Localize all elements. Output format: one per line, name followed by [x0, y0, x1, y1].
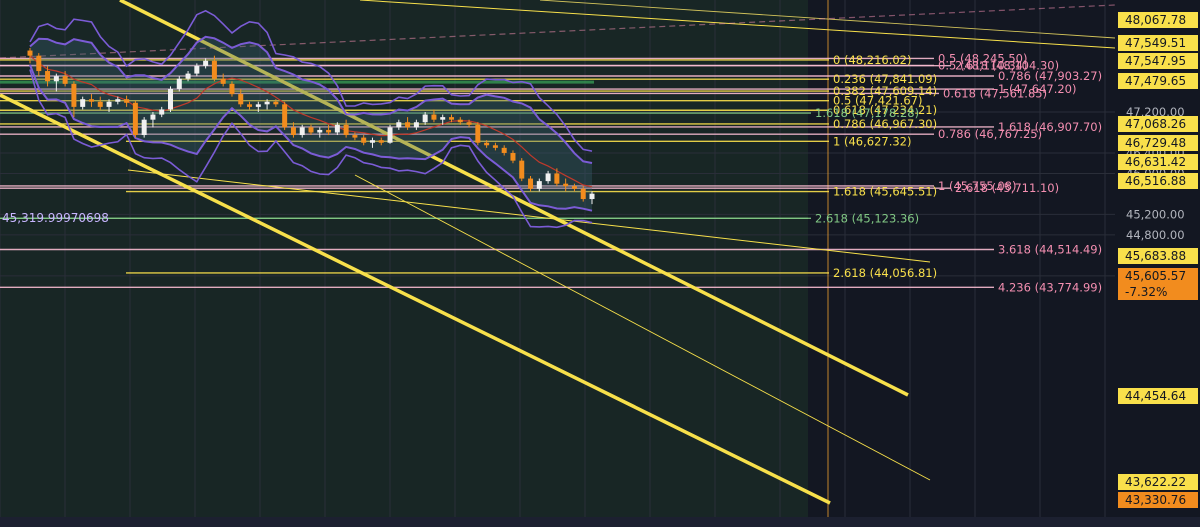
candle-body: [563, 183, 569, 187]
y-tick-label: 45,200.00: [1126, 207, 1185, 221]
candle-body: [36, 55, 42, 72]
price-tag-text: 47,068.26: [1125, 117, 1186, 131]
candle-body: [440, 117, 446, 120]
candle-body: [238, 94, 244, 105]
price-tag-text: 46,729.48: [1125, 136, 1186, 150]
candle-body: [405, 122, 411, 128]
candle-body: [62, 76, 68, 84]
candle-body: [106, 101, 112, 107]
fib-level-label: 0.618 (47,561.85): [943, 86, 1047, 100]
candle-body: [71, 83, 77, 107]
candle-body: [308, 127, 314, 133]
candle-body: [422, 114, 428, 123]
candle-body: [27, 50, 33, 56]
candle-body: [413, 122, 419, 128]
candle-body: [273, 101, 279, 105]
fib-level-label: 0.786 (46,967.30): [833, 117, 937, 131]
candle-body: [282, 104, 288, 128]
candle-body: [361, 137, 367, 143]
candle-body: [185, 73, 191, 79]
fib-level-label: 2.618 (45,123.36): [815, 211, 919, 225]
fib-level-label: 2.618 (45,711.10): [955, 181, 1059, 195]
price-tag-text: 47,479.65: [1125, 74, 1186, 88]
candle-body: [53, 76, 59, 82]
candle-body: [475, 124, 481, 143]
candle-body: [492, 145, 498, 148]
fib-level-label: 3.618 (44,514.49): [998, 242, 1102, 256]
candle-body: [326, 129, 332, 133]
candle-body: [299, 127, 305, 136]
candle-body: [369, 140, 375, 143]
candle-body: [124, 99, 130, 103]
candle-body: [396, 122, 402, 128]
time-axis-bar[interactable]: [0, 517, 1200, 527]
candle-body: [571, 186, 577, 189]
price-axis[interactable]: 47,200.0046,400.0046,000.0045,200.0044,8…: [1115, 0, 1200, 517]
candle-body: [290, 127, 296, 136]
candle-body: [334, 124, 340, 133]
candle-body: [88, 99, 94, 102]
candle-body: [45, 71, 51, 82]
candle-body: [194, 65, 200, 74]
price-tag-text: 45,683.88: [1125, 249, 1186, 263]
price-change-text: -7.32%: [1125, 285, 1167, 299]
candle-body: [132, 102, 138, 136]
price-tag-text: 46,631.42: [1125, 155, 1186, 169]
candle-body: [431, 114, 437, 120]
candle-body: [220, 78, 226, 84]
candle-body: [352, 135, 358, 138]
candle-body: [317, 129, 323, 133]
candle-body: [580, 188, 586, 200]
candle-body: [528, 178, 534, 189]
candle-body: [501, 147, 507, 153]
fib-level-label: 2.618 (44,056.81): [833, 266, 937, 280]
price-tag-text: 44,454.64: [1125, 389, 1186, 403]
price-tag-text: 47,549.51: [1125, 36, 1186, 50]
candle-body: [387, 127, 393, 143]
price-tag-text: 45,605.57: [1125, 269, 1186, 283]
fib-level-label: 0.786 (46,767.25): [938, 127, 1042, 141]
fib-level-label: 1 (46,627.32): [833, 134, 911, 148]
candle-body: [255, 104, 261, 107]
candle-body: [519, 160, 525, 179]
price-tag-text: 47,547.95: [1125, 54, 1186, 68]
candle-body: [554, 173, 560, 184]
candle-body: [545, 173, 551, 182]
fib-level-label: 4.236 (43,774.99): [998, 280, 1102, 294]
candle-body: [264, 101, 270, 105]
candle-body: [211, 60, 217, 79]
candle-body: [247, 104, 253, 107]
candle-body: [141, 119, 147, 136]
candle-body: [466, 122, 472, 125]
price-tag-text: 43,622.22: [1125, 475, 1186, 489]
candle-body: [378, 140, 384, 143]
candle-body: [589, 193, 595, 200]
candle-body: [457, 119, 463, 123]
candle-body: [97, 101, 103, 107]
candle-body: [229, 83, 235, 95]
fib-level-label: 0 (48,216.02): [833, 53, 911, 67]
candle-body: [176, 78, 182, 89]
left-price-label: 45,319.99970698: [2, 211, 109, 225]
candle-body: [536, 181, 542, 189]
candle-body: [203, 60, 209, 66]
chart[interactable]: 0.5 (48,245.50) 0 (48,216.02) 0.5 (48,110.…: [0, 0, 1200, 527]
candle-body: [449, 117, 454, 120]
candle-body: [80, 99, 86, 107]
candle-body: [115, 99, 121, 102]
candle-body: [168, 88, 173, 110]
price-tag-text: 46,516.88: [1125, 174, 1186, 188]
candle-body: [159, 109, 165, 115]
candle-body: [484, 142, 490, 146]
candle-body: [150, 114, 156, 120]
price-tag-text: 48,067.78: [1125, 13, 1186, 27]
candle-body: [510, 152, 516, 161]
fib-level-label: 0.786 (47,903.27): [998, 69, 1102, 83]
candle-body: [343, 124, 349, 136]
price-tag-text: 43,330.76: [1125, 493, 1186, 507]
chart-canvas[interactable]: 0.5 (48,245.50)0 (48,216.02) 0.5 (48,110.…: [0, 0, 1200, 527]
fib-level-label: 1.618 (45,645.51): [833, 185, 937, 199]
y-tick-label: 44,800.00: [1126, 228, 1185, 242]
